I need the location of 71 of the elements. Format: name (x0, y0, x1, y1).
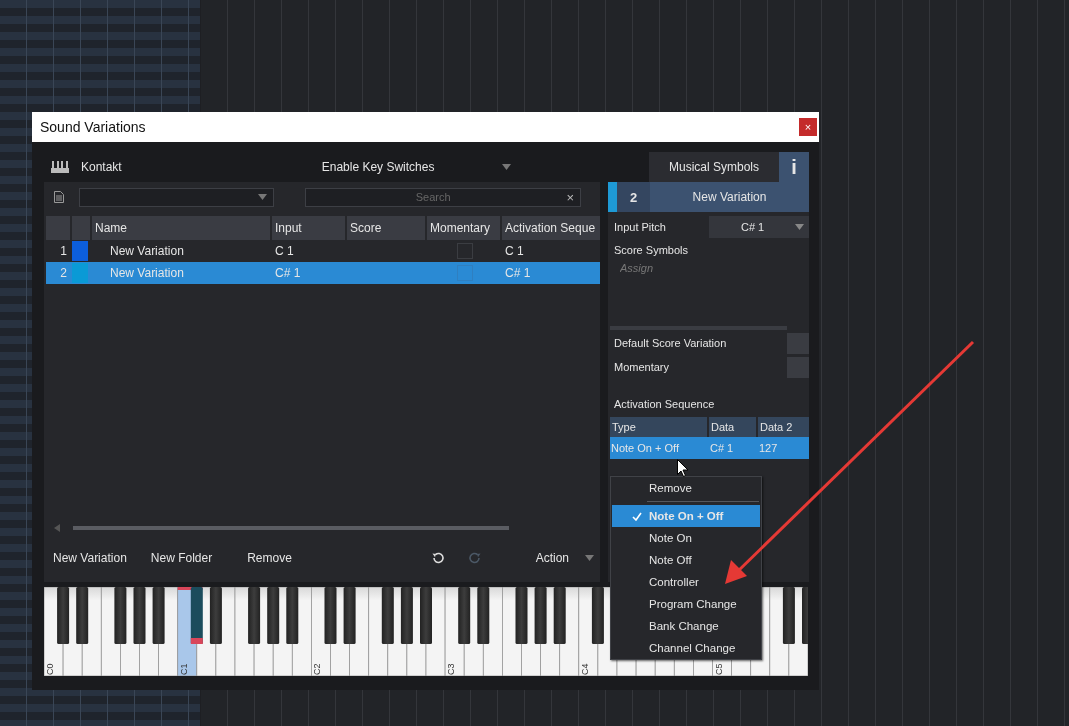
octave-label: C3 (446, 663, 457, 675)
caret-icon (502, 164, 512, 170)
variation-number: 2 (617, 182, 650, 212)
column-header[interactable]: Activation Seque (502, 216, 600, 240)
folder-dropdown[interactable] (79, 187, 274, 207)
octave-label: C4 (579, 663, 590, 675)
table-cell-text: 127 (758, 441, 779, 456)
tab[interactable]: i (779, 152, 809, 182)
search-field[interactable]: Search × (305, 187, 581, 207)
action-button[interactable]: Remove (247, 551, 292, 565)
caret-icon (258, 194, 267, 200)
close-button[interactable]: × (799, 118, 817, 136)
column-header[interactable]: Momentary (427, 216, 500, 240)
column-header: Type (610, 417, 707, 437)
checkbox[interactable] (787, 332, 809, 354)
field-label: Input Pitch (613, 221, 666, 233)
row-number: 1 (59, 243, 68, 260)
checkbox[interactable] (787, 356, 809, 378)
checkmark-icon (632, 511, 642, 521)
caret-icon (795, 224, 804, 230)
menu-item[interactable]: Bank Change (611, 615, 761, 637)
column-header (46, 216, 70, 240)
scroll-left-icon[interactable] (54, 524, 60, 532)
octave-label: C2 (312, 663, 323, 675)
mouse-pointer-icon (677, 459, 689, 477)
menu-item[interactable]: Program Change (611, 593, 761, 615)
document-icon (54, 191, 64, 203)
menu-item[interactable]: Note On (611, 527, 761, 549)
field-label: Score Symbols (613, 244, 689, 256)
octave-label: C5 (713, 663, 724, 675)
column-header[interactable]: Name (92, 216, 270, 240)
column-header: Data 2 (758, 417, 809, 437)
variation-name: New Variation (109, 243, 185, 260)
pitch-dropdown[interactable]: C# 1 (709, 216, 809, 238)
caret-icon (585, 555, 594, 561)
keyboard-icon (51, 161, 69, 173)
table-cell-text: C 1 (504, 243, 525, 260)
table-cell-text: C# 1 (709, 441, 735, 456)
window-title: Sound Variations (40, 119, 146, 135)
octave-label: C1 (178, 663, 189, 675)
clear-icon[interactable]: × (560, 189, 580, 205)
column-header[interactable]: Input (272, 216, 345, 240)
section-title: Activation Sequence (613, 398, 716, 410)
action-button[interactable]: New Variation (53, 551, 127, 565)
instrument-name: Kontakt (81, 160, 122, 174)
column-header: Data (709, 417, 756, 437)
undo-icon[interactable] (430, 551, 445, 565)
table-cell-text: C# 1 (274, 265, 302, 282)
assign-field[interactable]: Assign (614, 262, 746, 274)
selection-strip (608, 182, 617, 212)
key-switch-dropdown[interactable]: Enable Key Switches (321, 160, 512, 174)
menu-item[interactable]: Remove (611, 477, 761, 499)
scrollbar-thumb[interactable] (73, 526, 509, 530)
variation-name: New Variation (109, 265, 185, 282)
table-cell-text: Note On + Off (610, 441, 680, 456)
table-cell-text: C 1 (274, 243, 295, 260)
row-number: 2 (59, 265, 68, 282)
column-header (72, 216, 90, 240)
action-button[interactable]: New Folder (150, 551, 213, 565)
variation-row[interactable]: 1 New Variation C 1 C 1 (46, 240, 600, 262)
option-label: Momentary (613, 361, 670, 373)
menu-item[interactable]: Controller (611, 571, 761, 593)
action-dropdown[interactable]: Action (535, 551, 594, 565)
table-cell-text: C# 1 (504, 265, 532, 282)
octave-label: C0 (45, 663, 55, 675)
column-header[interactable]: Score (347, 216, 425, 240)
tab[interactable]: Musical Symbols (649, 152, 779, 182)
option-label: Default Score Variation (613, 337, 727, 349)
menu-item[interactable]: Note Off (611, 549, 761, 571)
menu-item[interactable]: Channel Change (611, 637, 761, 659)
variation-title[interactable]: New Variation (650, 182, 809, 212)
